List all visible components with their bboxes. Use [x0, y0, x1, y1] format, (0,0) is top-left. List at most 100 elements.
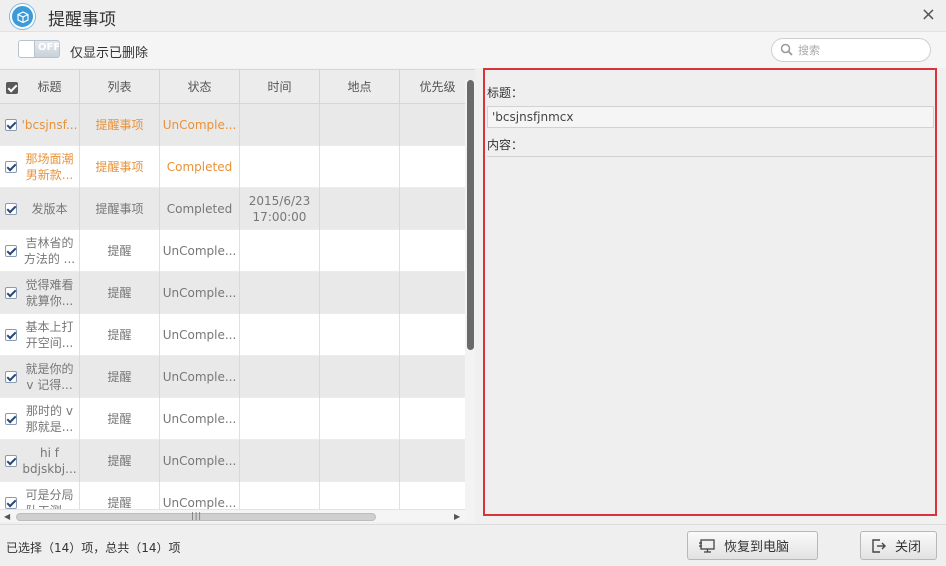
- detail-title-label: 标题：: [487, 86, 524, 100]
- table-header: 标题 列表 状态 时间 地点 优先级: [0, 70, 475, 104]
- cube-icon: [10, 4, 35, 29]
- cell-status: UnComple...: [160, 482, 240, 509]
- table-row[interactable]: 基本上打开空间... 提醒 UnComple...: [0, 314, 465, 356]
- table-row[interactable]: hi f bdjskbj... 提醒 UnComple...: [0, 440, 465, 482]
- row-checkbox[interactable]: [5, 245, 17, 257]
- row-checkbox[interactable]: [5, 497, 17, 509]
- cell-list: 提醒: [80, 356, 160, 398]
- cell-time: [240, 272, 320, 314]
- table-row[interactable]: 那场面潮男新款... 提醒事项 Completed: [0, 146, 465, 188]
- computer-icon: [699, 538, 715, 553]
- table-row[interactable]: 可是分局队工测...提醒UnComple...: [0, 482, 465, 509]
- cell-time: [240, 314, 320, 356]
- search-icon: [780, 43, 793, 56]
- cell-status: Completed: [160, 188, 240, 230]
- cell-status: Completed: [160, 146, 240, 188]
- show-deleted-toggle[interactable]: OFF: [18, 40, 60, 58]
- table-row[interactable]: 发版本 提醒事项 Completed 2015/6/23 17:00:00: [0, 188, 465, 230]
- toggle-label: 仅显示已删除: [70, 46, 149, 61]
- row-checkbox[interactable]: [5, 161, 17, 173]
- vertical-scrollbar[interactable]: [465, 80, 475, 522]
- cell-time: [240, 440, 320, 482]
- cell-priority: [400, 188, 465, 230]
- cell-status: UnComple...: [160, 272, 240, 314]
- search-box[interactable]: [771, 38, 931, 62]
- toolbar: OFF 仅显示已删除: [0, 32, 946, 68]
- cell-priority: [400, 146, 465, 188]
- horizontal-scroll-thumb[interactable]: |||: [16, 511, 376, 521]
- select-all-checkbox[interactable]: [6, 82, 18, 94]
- cell-time: [240, 482, 320, 509]
- exit-icon: [872, 538, 886, 553]
- cell-title: 基本上打开空间...: [20, 314, 80, 356]
- cell-place: [320, 146, 400, 188]
- cell-place: [320, 272, 400, 314]
- cell-place: [320, 482, 400, 509]
- horizontal-scrollbar[interactable]: ◀ ||| ▶: [0, 509, 465, 522]
- cell-title: 吉林省的方法的 ...: [20, 230, 80, 272]
- cell-title: 那场面潮男新款...: [20, 146, 80, 188]
- search-input[interactable]: [798, 42, 918, 58]
- toggle-state-text: OFF: [38, 42, 61, 53]
- cell-status: UnComple...: [160, 440, 240, 482]
- cell-list: 提醒事项: [80, 104, 160, 146]
- reminder-list: 标题 列表 状态 时间 地点 优先级 'bcsjnsf... 提醒事项 UnComp…: [0, 69, 475, 522]
- row-checkbox[interactable]: [5, 329, 17, 341]
- row-checkbox[interactable]: [5, 203, 17, 215]
- detail-panel: 标题： 'bcsjnsfjnmcx 内容：: [483, 68, 937, 516]
- selection-status: 已选择（14）项，总共（14）项: [6, 541, 181, 555]
- cell-priority: [400, 356, 465, 398]
- row-checkbox[interactable]: [5, 287, 17, 299]
- row-checkbox[interactable]: [5, 119, 17, 131]
- scroll-right-icon[interactable]: ▶: [454, 512, 460, 521]
- cell-list: 提醒事项: [80, 146, 160, 188]
- cell-time: [240, 146, 320, 188]
- cell-priority: [400, 482, 465, 509]
- detail-content-field[interactable]: [487, 156, 934, 512]
- cell-place: [320, 104, 400, 146]
- table-row[interactable]: 就是你的 v 记得... 提醒 UnComple...: [0, 356, 465, 398]
- cell-priority: [400, 314, 465, 356]
- row-checkbox[interactable]: [5, 371, 17, 383]
- detail-title-field[interactable]: 'bcsjnsfjnmcx: [487, 106, 934, 128]
- footer-bar: 已选择（14）项，总共（14）项 恢复到电脑 关闭: [0, 524, 946, 566]
- cell-title: hi f bdjskbj...: [20, 440, 80, 482]
- cell-priority: [400, 272, 465, 314]
- cell-priority: [400, 440, 465, 482]
- cell-list: 提醒: [80, 398, 160, 440]
- cell-time: [240, 398, 320, 440]
- table-row[interactable]: 那时的 v 那就是... 提醒 UnComple...: [0, 398, 465, 440]
- restore-button-label: 恢复到电脑: [724, 540, 790, 555]
- cell-list: 提醒: [80, 482, 160, 509]
- column-header-place[interactable]: 地点: [320, 70, 400, 104]
- cell-time: [240, 230, 320, 272]
- scroll-left-icon[interactable]: ◀: [4, 512, 10, 521]
- cell-place: [320, 440, 400, 482]
- cell-place: [320, 314, 400, 356]
- table-row[interactable]: 吉林省的方法的 ... 提醒 UnComple...: [0, 230, 465, 272]
- cell-status: UnComple...: [160, 104, 240, 146]
- cell-title: 发版本: [20, 188, 80, 230]
- column-header-time[interactable]: 时间: [240, 70, 320, 104]
- cell-time: [240, 104, 320, 146]
- column-header-title[interactable]: 标题: [20, 70, 80, 104]
- vertical-scroll-thumb[interactable]: [467, 80, 474, 350]
- column-header-priority[interactable]: 优先级: [400, 70, 475, 104]
- detail-content-label: 内容：: [487, 138, 524, 152]
- close-icon[interactable]: ×: [921, 5, 936, 25]
- table-row[interactable]: 'bcsjnsf... 提醒事项 UnComple...: [0, 104, 465, 146]
- row-checkbox[interactable]: [5, 413, 17, 425]
- close-button-label: 关闭: [895, 540, 922, 555]
- table-body: 'bcsjnsf... 提醒事项 UnComple... 那场面潮男新款... 提醒事项…: [0, 104, 465, 509]
- cell-list: 提醒事项: [80, 188, 160, 230]
- row-checkbox[interactable]: [5, 455, 17, 467]
- restore-to-computer-button[interactable]: 恢复到电脑: [687, 531, 818, 560]
- cell-priority: [400, 104, 465, 146]
- cell-title: 就是你的 v 记得...: [20, 356, 80, 398]
- table-row[interactable]: 觉得难看就算你... 提醒 UnComple...: [0, 272, 465, 314]
- column-header-list[interactable]: 列表: [80, 70, 160, 104]
- cell-time: 2015/6/23 17:00:00: [240, 188, 320, 230]
- column-header-status[interactable]: 状态: [160, 70, 240, 104]
- close-button[interactable]: 关闭: [860, 531, 937, 560]
- cell-list: 提醒: [80, 314, 160, 356]
